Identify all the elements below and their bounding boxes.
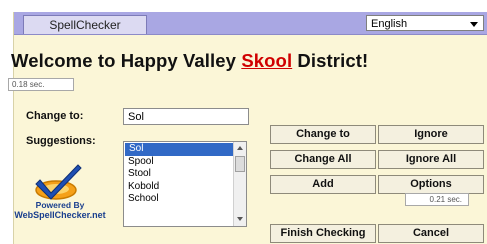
scroll-down-icon[interactable] bbox=[237, 217, 243, 221]
change-to-button[interactable]: Change to bbox=[270, 125, 376, 144]
misspelled-word[interactable]: Skool bbox=[241, 50, 292, 71]
checkmark-logo-icon bbox=[35, 164, 82, 200]
powered-by-label: Powered By bbox=[35, 200, 85, 210]
language-select[interactable]: English bbox=[366, 15, 484, 31]
list-item[interactable]: Kobold bbox=[124, 181, 234, 194]
suggestions-list[interactable]: Sol Spool Stool Kobold School bbox=[123, 141, 247, 227]
timer-top: 0.18 sec. bbox=[8, 78, 74, 91]
options-button[interactable]: Options bbox=[378, 175, 484, 194]
suggestions-label: Suggestions: bbox=[26, 135, 96, 147]
suggestions-scrollbar[interactable] bbox=[233, 142, 246, 226]
scroll-thumb[interactable] bbox=[235, 156, 245, 172]
list-item[interactable]: Sol bbox=[125, 143, 235, 156]
chevron-down-icon bbox=[470, 22, 478, 27]
change-to-label: Change to: bbox=[26, 110, 84, 122]
tab-spellchecker[interactable]: SpellChecker bbox=[23, 15, 147, 34]
ignore-button[interactable]: Ignore bbox=[378, 125, 484, 144]
document-text: Welcome to Happy Valley Skool District! bbox=[11, 50, 368, 72]
finish-checking-button[interactable]: Finish Checking bbox=[270, 224, 376, 243]
list-item[interactable]: Spool bbox=[124, 156, 234, 169]
add-button[interactable]: Add bbox=[270, 175, 376, 194]
language-selected: English bbox=[371, 18, 408, 30]
text-before: Welcome to Happy Valley bbox=[11, 50, 242, 71]
powered-by-link[interactable]: WebSpellChecker.net bbox=[0, 210, 120, 220]
cancel-button[interactable]: Cancel bbox=[378, 224, 484, 243]
change-all-button[interactable]: Change All bbox=[270, 150, 376, 169]
scroll-up-icon[interactable] bbox=[237, 146, 243, 150]
timer-bottom: 0.21 sec. bbox=[405, 193, 469, 206]
list-item[interactable]: Stool bbox=[124, 168, 234, 181]
powered-by: Powered By WebSpellChecker.net bbox=[0, 200, 120, 220]
change-to-input[interactable] bbox=[123, 108, 249, 125]
text-after: District! bbox=[292, 50, 369, 71]
ignore-all-button[interactable]: Ignore All bbox=[378, 150, 484, 169]
top-bar: SpellChecker English bbox=[14, 12, 487, 35]
list-item[interactable]: School bbox=[124, 193, 234, 206]
